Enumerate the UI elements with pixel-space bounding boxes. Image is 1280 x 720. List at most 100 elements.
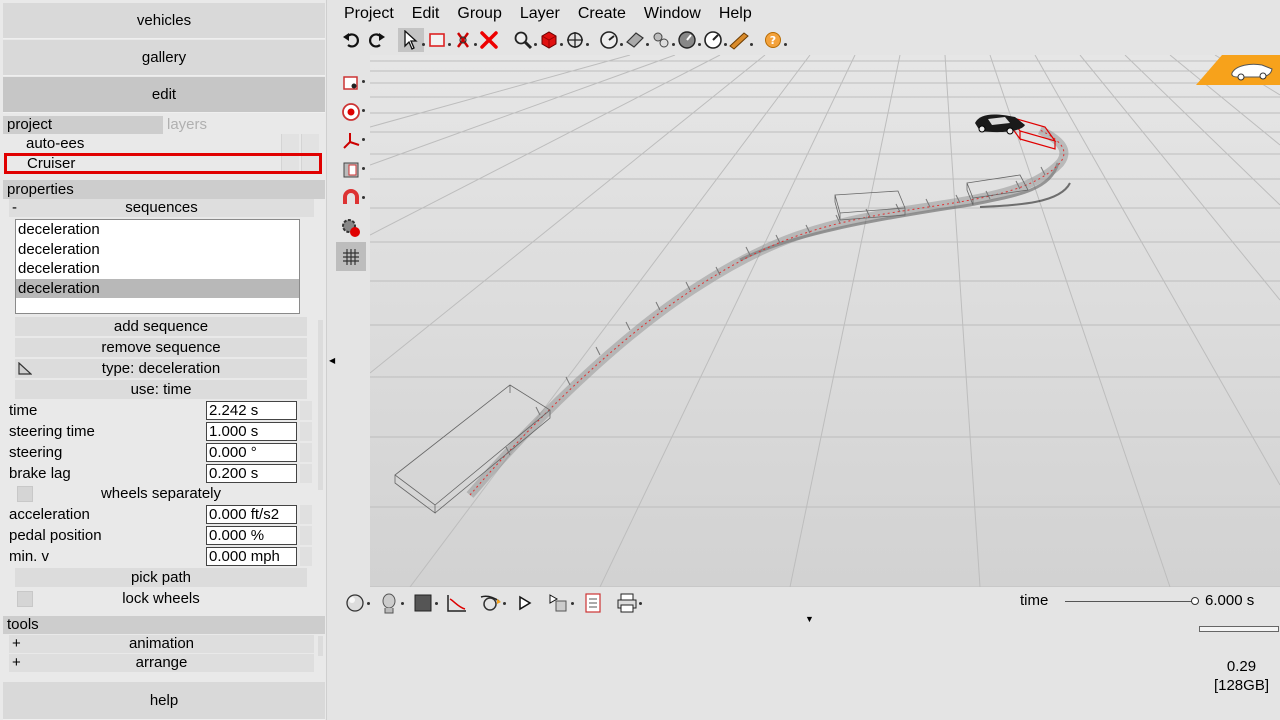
help-label: help	[149, 692, 179, 709]
steering-spinner[interactable]	[300, 443, 312, 462]
collapse-sign: -	[12, 199, 17, 216]
help-button[interactable]: help	[3, 682, 325, 720]
select-arrow-icon[interactable]	[398, 28, 425, 52]
menu-create[interactable]: Create	[569, 3, 635, 25]
sequence-list[interactable]: deceleration deceleration deceleration d…	[15, 219, 300, 314]
edit-button[interactable]: edit	[3, 77, 325, 113]
vehicle-badge-icon[interactable]	[1196, 55, 1280, 85]
time-field[interactable]: 2.242 s	[206, 401, 297, 420]
menu-group[interactable]: Group	[448, 3, 510, 25]
steering-field[interactable]: 0.000 °	[206, 443, 297, 462]
tools-scrollbar[interactable]	[318, 636, 323, 656]
list-item[interactable]: deceleration	[16, 240, 299, 260]
target-icon[interactable]	[336, 97, 366, 126]
acceleration-spinner[interactable]	[300, 505, 312, 524]
steering-time-spinner[interactable]	[300, 422, 312, 441]
delete-icon[interactable]	[476, 28, 502, 52]
3d-viewport[interactable]	[370, 55, 1280, 587]
remove-sequence-button[interactable]: remove sequence	[15, 338, 307, 357]
status-readout: 0.29 [128GB]	[1214, 657, 1269, 695]
report-icon[interactable]	[576, 590, 610, 616]
pencil-icon[interactable]	[726, 28, 753, 52]
axes-icon[interactable]	[336, 126, 366, 155]
zoom-icon[interactable]	[510, 28, 537, 52]
sequences-header[interactable]: - sequences	[9, 199, 314, 217]
expand-sign: +	[12, 654, 21, 671]
gauge-icon[interactable]	[596, 28, 623, 52]
animation-section[interactable]: + animation	[9, 635, 314, 653]
properties-scrollbar[interactable]	[318, 320, 323, 490]
menu-help[interactable]: Help	[710, 3, 761, 25]
list-item-selected[interactable]: deceleration	[16, 278, 299, 298]
menu-project[interactable]: Project	[335, 3, 403, 25]
type-label: type: deceleration	[101, 360, 221, 377]
head-icon[interactable]	[372, 590, 406, 616]
magnet-icon[interactable]	[336, 184, 366, 213]
door-icon[interactable]	[336, 155, 366, 184]
tools-header: tools	[3, 616, 325, 634]
tape-icon[interactable]	[622, 28, 649, 52]
menu-layer[interactable]: Layer	[511, 3, 569, 25]
step-play-icon[interactable]	[542, 590, 576, 616]
project-item-cruiser[interactable]: Cruiser	[4, 153, 322, 174]
pick-path-button[interactable]: pick path	[15, 568, 307, 587]
menu-window[interactable]: Window	[635, 3, 710, 25]
play-icon[interactable]	[508, 590, 542, 616]
timeline-knob[interactable]	[1191, 597, 1199, 605]
brake-lag-spinner[interactable]	[300, 464, 312, 483]
roll-icon[interactable]	[648, 28, 675, 52]
acceleration-field[interactable]: 0.000 ft/s2	[206, 505, 297, 524]
type-button[interactable]: type: deceleration	[15, 359, 307, 378]
list-item[interactable]: deceleration	[16, 259, 299, 279]
move-icon[interactable]	[562, 28, 589, 52]
pedal-position-spinner[interactable]	[300, 526, 312, 545]
undo-icon[interactable]	[338, 28, 364, 52]
timeline-slider[interactable]	[1065, 601, 1195, 602]
visibility-cell[interactable]	[281, 134, 299, 153]
use-button[interactable]: use: time	[15, 380, 307, 399]
redo-icon[interactable]	[364, 28, 390, 52]
list-item[interactable]: deceleration	[16, 220, 299, 240]
arrange-label: arrange	[135, 654, 188, 671]
collapse-panel-icon[interactable]: ◀	[329, 356, 335, 365]
pedal-position-field[interactable]: 0.000 %	[206, 526, 297, 545]
dial2-icon[interactable]	[700, 28, 727, 52]
vehicles-label: vehicles	[136, 12, 192, 29]
help-icon[interactable]: ?	[760, 28, 787, 52]
arrange-section[interactable]: + arrange	[9, 654, 314, 672]
dial-icon[interactable]	[674, 28, 701, 52]
animation-label: animation	[128, 635, 195, 652]
graph-icon[interactable]	[440, 590, 474, 616]
lock-cell[interactable]	[301, 134, 319, 153]
toolbar: ?	[338, 28, 787, 52]
cut-icon[interactable]	[450, 28, 477, 52]
grid-icon[interactable]	[336, 242, 366, 271]
menu-edit[interactable]: Edit	[403, 3, 449, 25]
tab-project[interactable]: project	[3, 116, 163, 134]
deceleration-type-icon	[18, 362, 32, 375]
vehicles-button[interactable]: vehicles	[3, 3, 325, 39]
material-icon[interactable]	[406, 590, 440, 616]
rectangle-select-icon[interactable]	[424, 28, 451, 52]
project-item-auto-ees[interactable]: auto-ees	[3, 134, 321, 153]
menu-bar: Project Edit Group Layer Create Window H…	[335, 3, 761, 25]
lock-cell[interactable]	[301, 156, 319, 171]
left-panel: vehicles gallery edit project layers aut…	[0, 0, 327, 720]
min-v-field[interactable]: 0.000 mph	[206, 547, 297, 566]
print-icon[interactable]	[610, 590, 644, 616]
cube-icon[interactable]	[536, 28, 563, 52]
sphere-icon[interactable]	[338, 590, 372, 616]
camera-icon[interactable]	[336, 68, 366, 97]
gear-record-icon[interactable]	[336, 213, 366, 242]
gallery-button[interactable]: gallery	[3, 40, 325, 76]
tab-layers[interactable]: layers	[163, 116, 323, 134]
add-sequence-button[interactable]: add sequence	[15, 317, 307, 336]
min-v-spinner[interactable]	[300, 547, 312, 566]
time-spinner[interactable]	[300, 401, 312, 420]
steering-time-field[interactable]: 1.000 s	[206, 422, 297, 441]
animation-path-icon[interactable]	[474, 590, 508, 616]
visibility-cell[interactable]	[281, 156, 299, 171]
status-line-1: 0.29	[1226, 658, 1257, 675]
expand-timeline-icon[interactable]: ▼	[805, 614, 814, 624]
brake-lag-field[interactable]: 0.200 s	[206, 464, 297, 483]
